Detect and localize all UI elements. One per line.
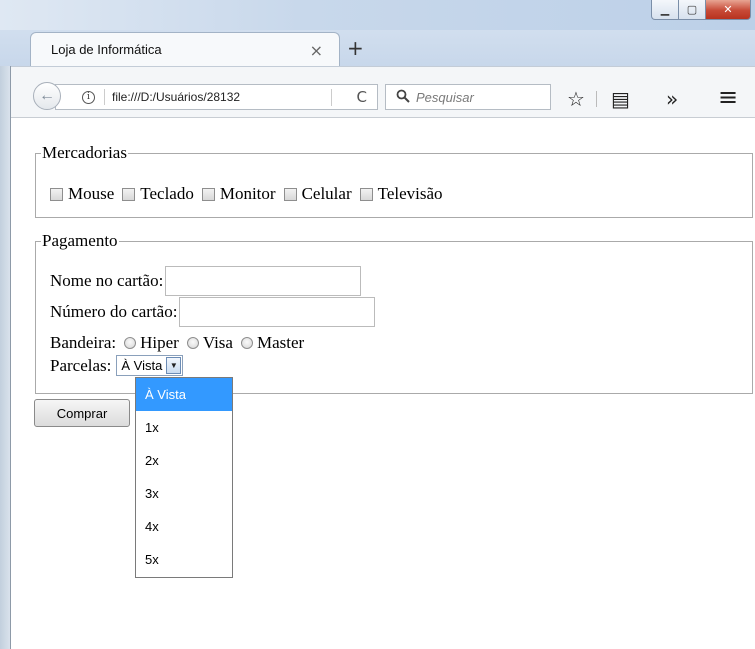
card-number-input[interactable] — [179, 297, 376, 327]
hamburger-menu-icon[interactable]: ≡ — [718, 83, 738, 111]
tab-title: Loja de Informática — [51, 42, 162, 57]
radio-master[interactable] — [240, 337, 253, 349]
maximize-icon: ▢ — [686, 4, 698, 16]
products-fieldset: Mercadorias Mouse Teclado Monitor Celula… — [35, 143, 753, 218]
close-icon: ✕ — [723, 3, 733, 16]
products-row: Mouse Teclado Monitor Celular Televisão — [50, 184, 451, 204]
dropdown-option[interactable]: 1x — [136, 411, 232, 444]
installments-selected-value: À Vista — [121, 358, 163, 373]
card-number-label: Número do cartão: — [50, 302, 178, 321]
radio-label: Hiper — [140, 333, 179, 352]
installments-label: Parcelas: — [50, 355, 112, 375]
reading-list-icon[interactable]: ▤ — [611, 87, 630, 111]
reload-icon[interactable]: C — [357, 88, 367, 106]
url-bar[interactable]: i file:///D:/Usuários/28132 C — [55, 84, 378, 110]
minimize-button[interactable]: ▁ — [651, 0, 679, 20]
reload-divider — [331, 89, 332, 106]
window-left-edge — [0, 66, 11, 649]
checkbox-label: Teclado — [140, 184, 194, 203]
url-text[interactable]: file:///D:/Usuários/28132 — [112, 90, 240, 104]
card-number-row: Número do cartão: — [50, 297, 376, 327]
checkbox-televisao[interactable] — [359, 187, 373, 201]
search-icon — [396, 89, 410, 106]
radio-label: Visa — [202, 333, 233, 352]
buy-button[interactable]: Comprar — [34, 399, 130, 427]
window-controls: ▁ ▢ ✕ — [651, 0, 751, 20]
bookmark-star-icon[interactable]: ☆ — [567, 87, 585, 111]
dropdown-option[interactable]: 5x — [136, 543, 232, 576]
search-bar[interactable]: Pesquisar — [385, 84, 551, 110]
page-content: Mercadorias Mouse Teclado Monitor Celula… — [12, 119, 755, 649]
minimize-icon: ▁ — [660, 4, 670, 16]
checkbox-teclado[interactable] — [122, 187, 136, 201]
back-button[interactable]: ← — [33, 82, 61, 110]
card-name-row: Nome no cartão: — [50, 266, 362, 296]
installments-dropdown-list: À Vista 1x 2x 3x 4x 5x — [135, 377, 233, 578]
toolbar-separator — [596, 91, 597, 107]
checkbox-label: Mouse — [68, 184, 115, 203]
info-icon[interactable]: i — [82, 90, 95, 104]
radio-hiper[interactable] — [124, 337, 137, 349]
checkbox-label: Celular — [301, 184, 352, 203]
close-window-button[interactable]: ✕ — [705, 0, 751, 20]
titlebar-strip — [0, 0, 755, 30]
payment-fieldset: Pagamento Nome no cartão: Número do cart… — [35, 231, 753, 394]
url-separator — [104, 89, 105, 105]
checkbox-monitor[interactable] — [201, 187, 215, 201]
checkbox-mouse[interactable] — [50, 187, 63, 201]
browser-titlebar: ▁ ▢ ✕ Loja de Informática × + — [0, 0, 755, 72]
brand-label: Bandeira: — [50, 333, 117, 352]
maximize-button[interactable]: ▢ — [678, 0, 706, 20]
checkbox-label: Monitor — [219, 184, 276, 203]
back-arrow-icon: ← — [39, 87, 55, 104]
dropdown-option[interactable]: 3x — [136, 477, 232, 510]
overflow-icon[interactable]: » — [666, 87, 678, 111]
chevron-down-icon[interactable]: ▼ — [166, 357, 182, 374]
checkbox-celular[interactable] — [283, 187, 297, 201]
brand-row: Bandeira: Hiper Visa Master — [50, 333, 304, 353]
search-placeholder: Pesquisar — [416, 89, 474, 105]
new-tab-button[interactable]: + — [347, 36, 367, 60]
tab-close-icon[interactable]: × — [310, 41, 323, 60]
radio-visa[interactable] — [186, 337, 199, 349]
dropdown-option-selected[interactable]: À Vista — [136, 378, 232, 411]
navigation-bar: i file:///D:/Usuários/28132 C ← Pesquisa… — [0, 66, 755, 118]
card-name-input[interactable] — [165, 266, 362, 296]
payment-legend: Pagamento — [42, 231, 118, 250]
dropdown-option[interactable]: 2x — [136, 444, 232, 477]
checkbox-label: Televisão — [377, 184, 443, 203]
products-legend: Mercadorias — [42, 143, 127, 162]
browser-tab[interactable]: Loja de Informática × — [30, 32, 340, 66]
radio-label: Master — [256, 333, 305, 352]
dropdown-option[interactable]: 4x — [136, 510, 232, 543]
installments-select[interactable]: À Vista ▼ — [116, 355, 184, 376]
installments-row: Parcelas: À Vista ▼ — [50, 355, 184, 376]
card-name-label: Nome no cartão: — [50, 271, 164, 290]
